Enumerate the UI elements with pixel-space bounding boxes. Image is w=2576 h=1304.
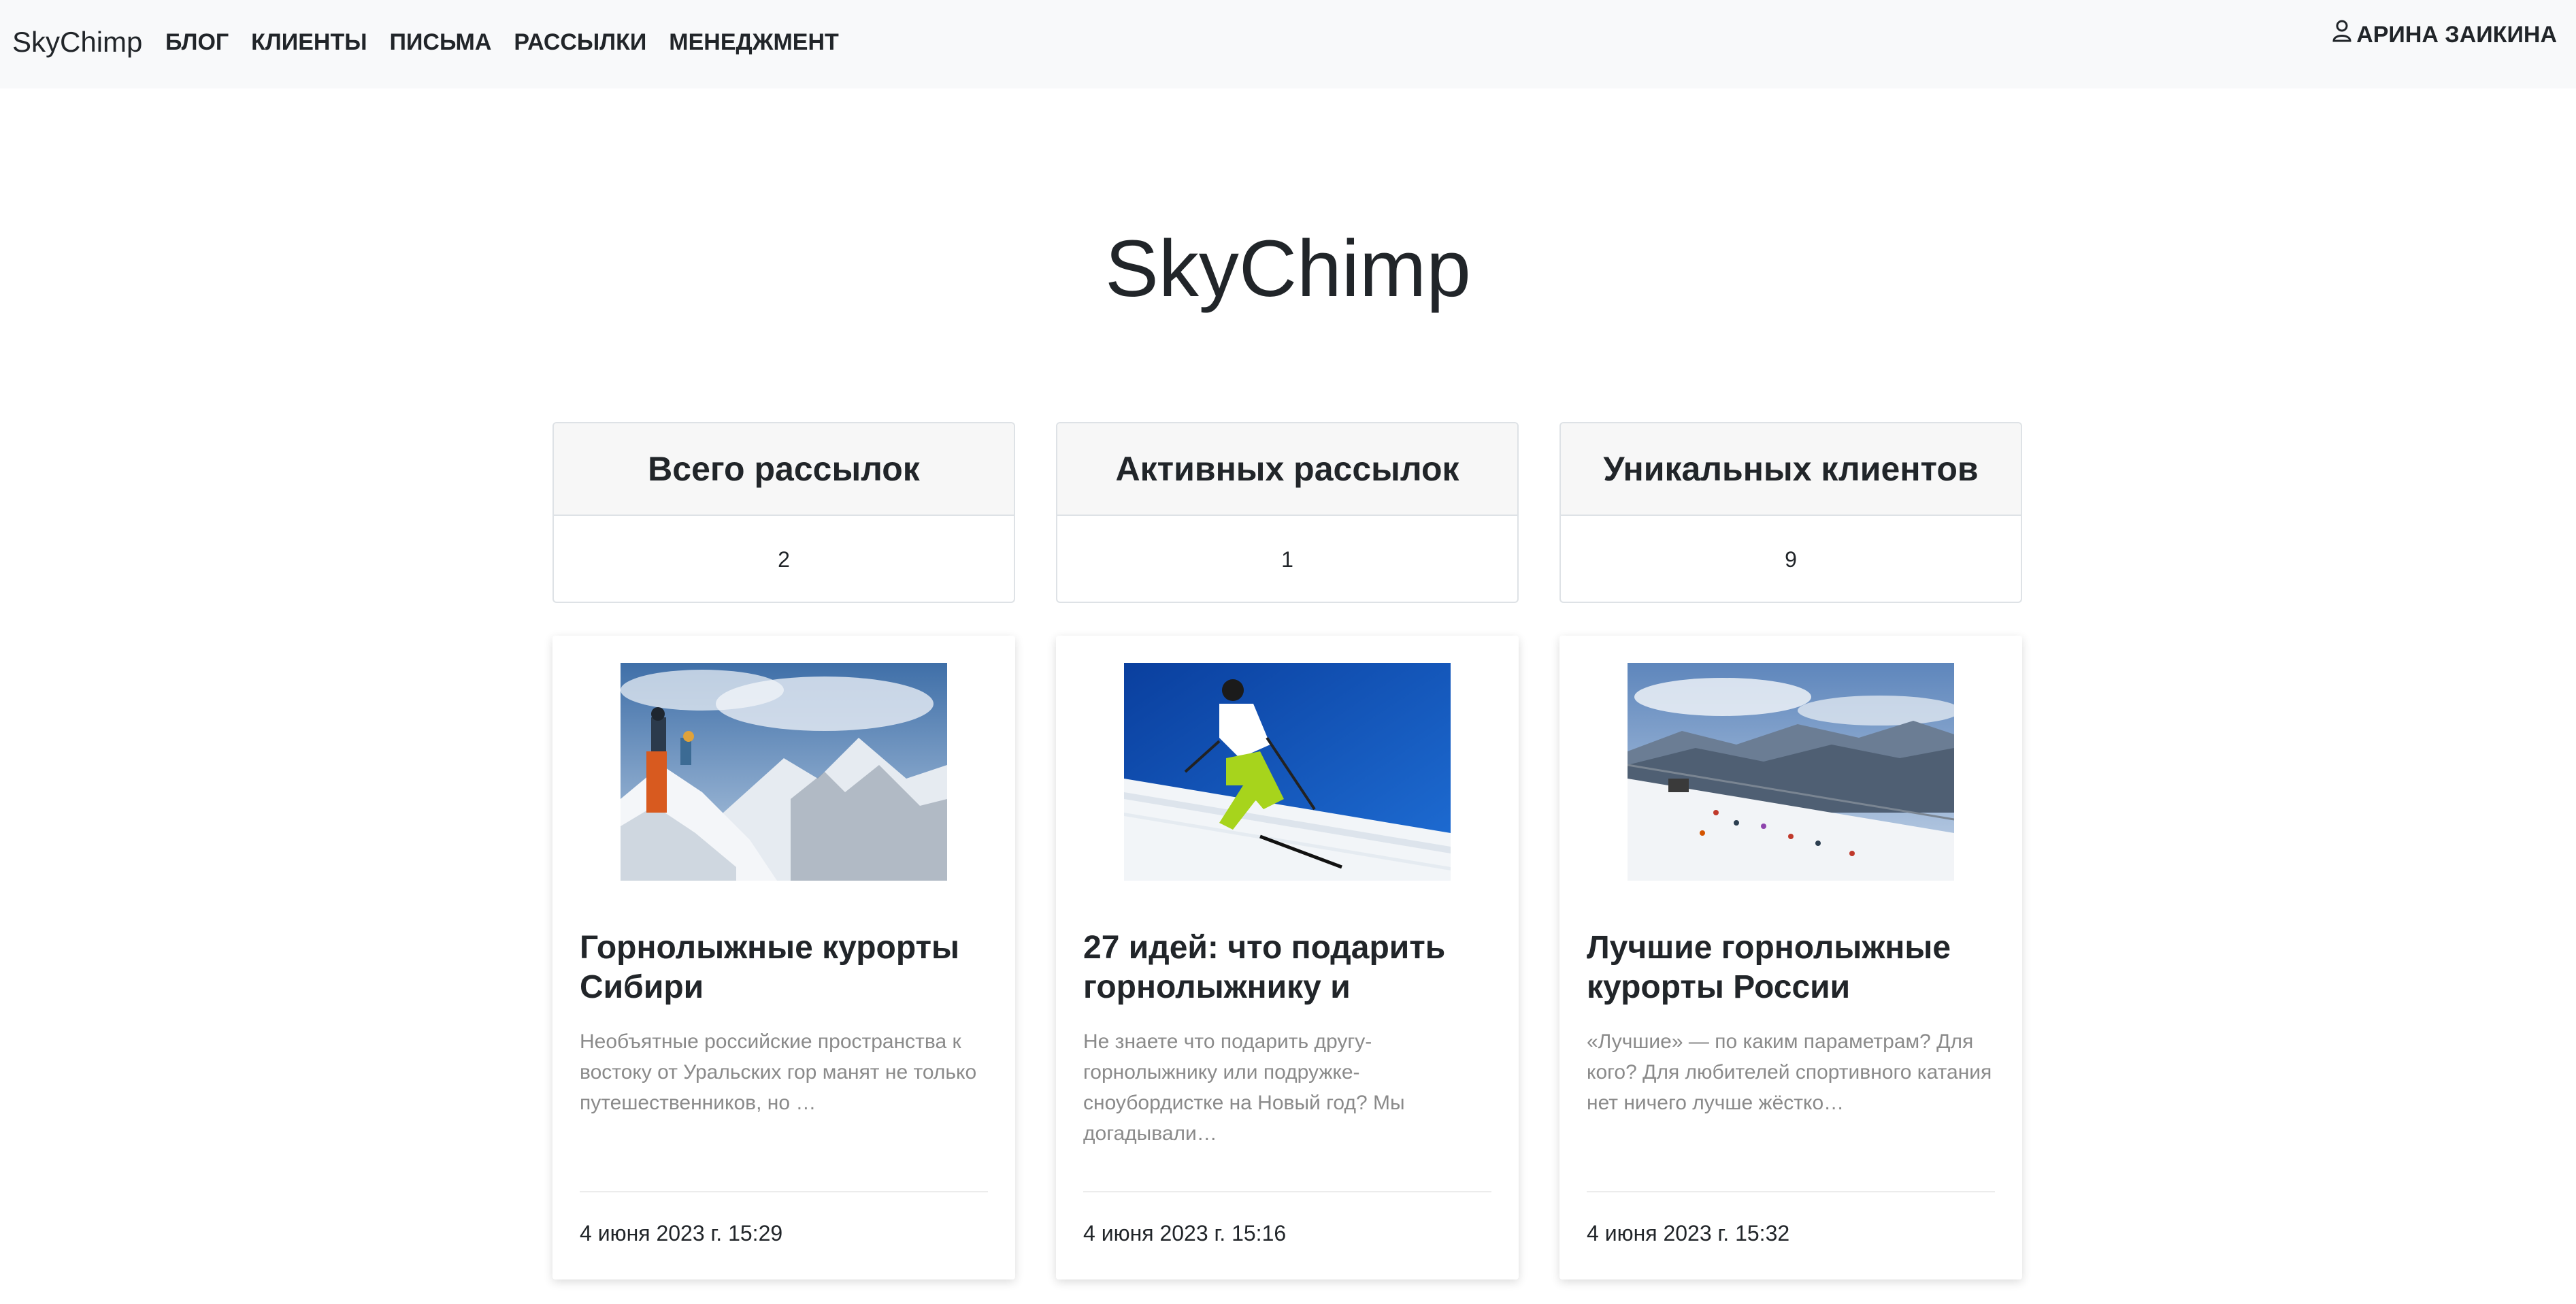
stat-label: Уникальных клиентов [1561, 423, 2021, 516]
top-navbar: SkyChimp БЛОГ КЛИЕНТЫ ПИСЬМА РАССЫЛКИ МЕ… [0, 0, 2576, 88]
post-title[interactable]: 27 идей: что подарить горнолыжнику и [1083, 928, 1491, 1007]
nav-link-blog[interactable]: БЛОГ [165, 25, 229, 60]
stat-value: 9 [1785, 547, 1797, 572]
nav-link-management[interactable]: МЕНЕДЖМЕНТ [669, 25, 839, 60]
post-title[interactable]: Лучшие горнолыжные курорты России [1587, 928, 1995, 1007]
blog-post-card[interactable]: Лучшие горнолыжные курорты России «Лучши… [1559, 636, 2022, 1279]
brand-link[interactable]: SkyChimp [12, 25, 142, 60]
user-menu[interactable]: АРИНА ЗАИКИНА [2332, 19, 2557, 50]
stat-card-unique-clients: Уникальных клиентов 9 [1559, 422, 2022, 603]
ski-resort-slope-photo[interactable] [1628, 663, 1954, 881]
nav-link-mailings[interactable]: РАССЫЛКИ [514, 25, 646, 60]
page-title: SkyChimp [1105, 224, 1471, 314]
nav-links: БЛОГ КЛИЕНТЫ ПИСЬМА РАССЫЛКИ МЕНЕДЖМЕНТ [165, 25, 861, 60]
post-excerpt: «Лучшие» — по каким параметрам? Для кого… [1587, 1030, 1992, 1114]
blog-post-card[interactable]: 27 идей: что подарить горнолыжнику и Не … [1056, 636, 1519, 1279]
post-date: 4 июня 2023 г. 15:16 [1083, 1221, 1287, 1245]
stat-card-total-mailings: Всего рассылок 2 [552, 422, 1015, 603]
card-divider [1083, 1191, 1491, 1192]
post-date: 4 июня 2023 г. 15:32 [1587, 1221, 1790, 1245]
stat-value: 2 [778, 547, 790, 572]
post-date: 4 июня 2023 г. 15:29 [580, 1221, 783, 1245]
nav-link-clients[interactable]: КЛИЕНТЫ [251, 25, 367, 60]
post-excerpt: Необъятные российские пространства к вос… [580, 1030, 977, 1114]
user-name: АРИНА ЗАИКИНА [2356, 21, 2557, 48]
person-icon [2332, 19, 2356, 50]
nav-link-letters[interactable]: ПИСЬМА [390, 25, 492, 60]
stat-label: Всего рассылок [554, 423, 1014, 516]
stat-value: 1 [1281, 547, 1293, 572]
post-title[interactable]: Горнолыжные курорты Сибири [580, 928, 988, 1007]
stat-label: Активных рассылок [1057, 423, 1517, 516]
stat-card-active-mailings: Активных рассылок 1 [1056, 422, 1519, 603]
skier-photo[interactable] [1124, 663, 1451, 881]
card-divider [1587, 1191, 1995, 1192]
post-excerpt: Не знаете что подарить другу-горнолыжник… [1083, 1030, 1405, 1145]
card-divider [580, 1191, 988, 1192]
mountain-climbers-photo[interactable] [621, 663, 947, 881]
blog-post-card[interactable]: Горнолыжные курорты Сибири Необъятные ро… [552, 636, 1015, 1279]
